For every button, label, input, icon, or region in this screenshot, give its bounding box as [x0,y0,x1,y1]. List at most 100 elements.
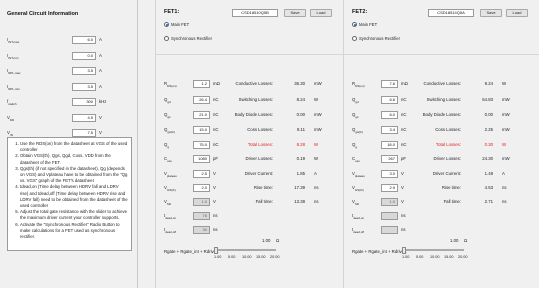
result-value: 8.28 [296,142,305,147]
fet-param-unit: V [213,199,216,204]
slider-label: Rgate + Rgate_int + Rdriver: [164,249,219,254]
fet-param-unit: nC [213,112,219,117]
fet-param-input[interactable]: 6.6 [381,96,398,104]
sync-rectifier-radio[interactable]: Synchronous Rectifier [164,36,212,41]
general-param-label: IRPL,min [7,84,20,91]
fet-param-unit: nC [401,112,407,117]
result-label: Rise time: [253,185,273,190]
result-value: 0.00 [484,112,493,117]
fet-param-input[interactable]: 1.0 [381,198,398,206]
fet-param-input[interactable]: 18.0 [381,141,398,149]
fet-param-input[interactable]: 26.4 [193,96,210,104]
slider-handle[interactable] [214,247,218,254]
fet-param-label: tdead,on [352,213,365,220]
slider-handle[interactable] [402,247,406,254]
fet-param-input[interactable]: 2.5 [193,170,210,178]
divider [156,54,343,55]
result-label: Driver Current: [244,171,273,176]
general-param-label: IINT,min [7,53,19,60]
fet-param-label: tdead,on [164,213,177,220]
result-value: 36.30 [294,81,305,86]
fet-param-input[interactable]: 1080 [193,155,210,163]
general-param-input[interactable]: 3.5 [72,83,96,91]
sync-rectifier-radio[interactable]: Synchronous Rectifier [352,36,400,41]
slider-value: 1.00 [450,238,459,243]
fet-param-unit: ns [213,213,218,218]
slider-track [214,249,276,251]
result-label: Body Diode Losses: [422,112,461,117]
main-fet-radio[interactable]: Main FET [164,22,189,27]
instructions-list: Use the RDS(on) from the datasheet at VG… [12,141,128,240]
fet-param-label: tdead,off [352,227,364,234]
fet-param-input[interactable]: 76 [193,212,210,220]
fet-param-unit: nC [401,142,407,147]
instructions-box: Use the RDS(on) from the datasheet at VG… [7,137,132,251]
fet-param-input[interactable]: 6.0 [381,111,398,119]
fet-param-input[interactable]: 1.2 [193,80,210,88]
result-unit: W [502,81,507,86]
load-button[interactable]: Load [506,9,528,17]
gate-resistance-slider[interactable] [402,247,464,254]
fet-param-input[interactable]: 30 [193,226,210,234]
slider-tick-label: 10.00 [242,255,252,259]
part-number-input[interactable]: CSD18514Q5A [428,9,474,17]
save-button[interactable]: Save [284,9,306,17]
general-param-label: fswitch [7,99,17,106]
fet-param-input[interactable]: 21.0 [193,111,210,119]
fet-param-input[interactable]: 15.0 [193,126,210,134]
fet-param-unit: nC [213,142,219,147]
slider-tick-label: 20.00 [458,255,468,259]
general-param-unit: A [99,37,102,42]
result-unit: mW [502,127,510,132]
result-unit: ns [502,185,507,190]
general-title: General Circuit Information [7,11,79,17]
general-param-input[interactable]: 4.5 [72,114,96,122]
fet-param-input[interactable]: 7.6 [381,80,398,88]
part-number-input[interactable]: CSD18510Q5B [232,9,278,17]
instruction-item: tdead,on (Time delay between HDRV fall a… [20,184,128,209]
fet-param-input[interactable]: 3.4 [381,126,398,134]
result-label: Driver Losses: [433,156,461,161]
fet-param-unit: mΩ [401,81,408,86]
load-button[interactable]: Load [310,9,332,17]
fet-param-unit: nC [401,97,407,102]
general-param-input[interactable]: 300 [72,98,96,106]
fet-param-unit: nC [213,97,219,102]
fet-title: FET1: [164,9,180,15]
fet-param-unit: mΩ [213,81,220,86]
radio-empty-icon [164,36,169,41]
fet-param-input[interactable]: 2.0 [193,184,210,192]
general-param-input[interactable]: 6.0 [72,36,96,44]
fet-param-input[interactable]: 2.9 [381,184,398,192]
result-value: 24.30 [482,156,493,161]
save-button[interactable]: Save [480,9,502,17]
fet-param-input[interactable] [381,226,398,234]
fet2-panel: FET2: CSD18514Q5A Save Load Main FET Synchron… [343,0,539,288]
instruction-item: Activate the "Synchronous Rectifier" Rad… [20,222,128,241]
slider-track [402,249,464,251]
result-unit: A [502,171,505,176]
result-label: Fall time: [443,199,461,204]
general-param-input[interactable]: 3.5 [72,67,96,75]
fet-param-input[interactable]: 267 [381,155,398,163]
general-param-unit: A [99,84,102,89]
result-value: 8.24 [296,97,305,102]
general-panel: General Circuit Information IINT,max 6.0… [0,0,138,288]
fet-param-input[interactable] [381,212,398,220]
fet-param-input[interactable]: 75.0 [193,141,210,149]
result-value: 0.19 [296,156,305,161]
general-param-input[interactable]: 0.0 [72,52,96,60]
fet-param-label: Qg [352,142,358,149]
result-value: 54.83 [482,97,493,102]
fet-param-input[interactable]: 1.0 [193,198,210,206]
fet-param-unit: ns [213,227,218,232]
general-param-input[interactable]: 7.5 [72,129,96,137]
main-fet-radio[interactable]: Main FET [352,22,377,27]
result-value: 9.24 [484,81,493,86]
result-unit: mW [502,112,510,117]
fet-param-input[interactable]: 3.0 [381,170,398,178]
gate-resistance-slider[interactable] [214,247,276,254]
fet-param-label: Qgs(th) [164,127,176,134]
fet-param-unit: pF [213,156,219,161]
divider [344,54,539,55]
